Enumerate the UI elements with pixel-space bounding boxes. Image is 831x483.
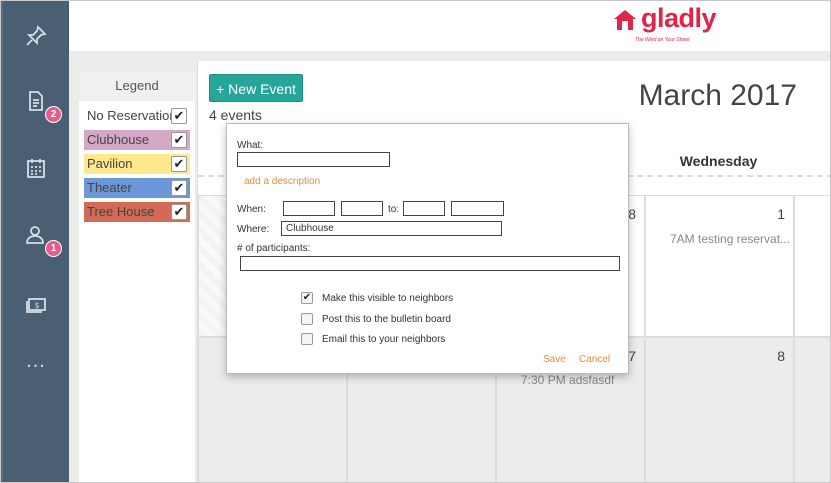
legend-panel: Legend No Reservation ✔ Clubhouse ✔ Pavi… bbox=[79, 71, 195, 482]
people-badge: 1 bbox=[45, 240, 62, 257]
new-event-popup: What: add a description When: to: Where:… bbox=[226, 123, 629, 374]
what-label: What: bbox=[237, 140, 264, 151]
legend-checkbox[interactable]: ✔ bbox=[171, 204, 187, 220]
add-description-link[interactable]: add a description bbox=[244, 176, 320, 187]
what-input[interactable] bbox=[237, 152, 390, 167]
month-title: March 2017 bbox=[638, 79, 797, 112]
legend-item-label: Pavilion bbox=[87, 156, 133, 171]
sidebar-item-people[interactable]: 1 bbox=[3, 215, 69, 257]
sidebar-item-pin[interactable] bbox=[3, 16, 69, 56]
legend-item-label: No Reservation bbox=[87, 108, 177, 123]
top-header: gladly The Wind on Your Street bbox=[69, 1, 830, 51]
sidebar-item-more[interactable]: ... bbox=[3, 341, 69, 381]
legend-checkbox[interactable]: ✔ bbox=[171, 156, 187, 172]
legend-checkbox[interactable]: ✔ bbox=[171, 132, 187, 148]
cell-day-number: 8 bbox=[777, 348, 785, 364]
more-icon: ... bbox=[26, 349, 46, 372]
legend-item-label: Tree House bbox=[87, 204, 155, 219]
email-neighbors-label: Email this to your neighbors bbox=[322, 334, 446, 345]
legend-item-no-reservation[interactable]: No Reservation ✔ bbox=[84, 106, 190, 126]
sidebar-item-calendar[interactable] bbox=[3, 148, 69, 188]
cell-day-number: 1 bbox=[777, 206, 785, 222]
documents-badge: 2 bbox=[45, 106, 62, 123]
pin-icon bbox=[26, 25, 47, 46]
bulletin-board-checkbox[interactable] bbox=[301, 313, 313, 325]
new-event-button[interactable]: + New Event bbox=[209, 74, 303, 102]
day-header-wednesday: Wednesday bbox=[679, 153, 758, 169]
where-input[interactable] bbox=[281, 221, 502, 236]
sidebar-item-money[interactable]: $ bbox=[3, 284, 69, 324]
participants-input[interactable] bbox=[240, 256, 620, 271]
people-icon bbox=[26, 226, 44, 244]
legend-item-pavilion[interactable]: Pavilion ✔ bbox=[84, 154, 190, 174]
logo-text: gladly bbox=[641, 3, 717, 33]
end-date-input[interactable] bbox=[403, 201, 445, 216]
house-logo-icon bbox=[614, 10, 636, 30]
bulletin-board-label: Post this to the bulletin board bbox=[322, 314, 451, 325]
legend-title: Legend bbox=[79, 71, 195, 101]
events-count: 4 events bbox=[209, 107, 262, 123]
document-icon bbox=[29, 91, 43, 111]
calendar-event[interactable]: 7AM testing reservat... bbox=[670, 232, 790, 246]
legend-item-theater[interactable]: Theater ✔ bbox=[84, 178, 190, 198]
cancel-button[interactable]: Cancel bbox=[579, 354, 610, 365]
when-label: When: bbox=[237, 204, 266, 215]
calendar-cell[interactable] bbox=[794, 195, 830, 337]
save-button[interactable]: Save bbox=[543, 354, 566, 365]
visible-to-neighbors-checkbox[interactable]: ✔ bbox=[301, 292, 313, 304]
calendar-cell[interactable] bbox=[794, 337, 830, 482]
cell-day-number: 7 bbox=[628, 348, 636, 364]
legend-item-label: Theater bbox=[87, 180, 132, 195]
calendar-cell[interactable]: 1 7AM testing reservat... bbox=[645, 195, 794, 337]
calendar-event[interactable]: 7:30 PM adsfasdf bbox=[521, 373, 614, 387]
gladly-logo[interactable]: gladly The Wind on Your Street bbox=[613, 3, 717, 47]
calendar-icon bbox=[27, 159, 45, 178]
where-label: Where: bbox=[237, 224, 270, 235]
svg-text:$: $ bbox=[35, 301, 40, 310]
start-time-input[interactable] bbox=[341, 201, 383, 216]
app-window: 2 1 $ ... gladly The Wind on Your Street… bbox=[0, 0, 831, 483]
to-label: to: bbox=[388, 204, 400, 215]
participants-label: # of participants: bbox=[237, 243, 311, 254]
logo-tagline: The Wind on Your Street bbox=[635, 37, 690, 43]
legend-item-label: Clubhouse bbox=[87, 132, 150, 147]
end-time-input[interactable] bbox=[451, 201, 504, 216]
visible-to-neighbors-label: Make this visible to neighbors bbox=[322, 293, 454, 304]
calendar-cell[interactable]: 8 bbox=[645, 337, 794, 482]
legend-item-tree-house[interactable]: Tree House ✔ bbox=[84, 202, 190, 222]
sidebar: 2 1 $ ... bbox=[1, 1, 69, 482]
email-neighbors-checkbox[interactable] bbox=[301, 333, 313, 345]
sidebar-item-documents[interactable]: 2 bbox=[3, 81, 69, 123]
legend-checkbox[interactable]: ✔ bbox=[171, 108, 187, 124]
start-date-input[interactable] bbox=[283, 201, 335, 216]
legend-checkbox[interactable]: ✔ bbox=[171, 180, 187, 196]
money-icon: $ bbox=[26, 298, 46, 313]
legend-item-clubhouse[interactable]: Clubhouse ✔ bbox=[84, 130, 190, 150]
